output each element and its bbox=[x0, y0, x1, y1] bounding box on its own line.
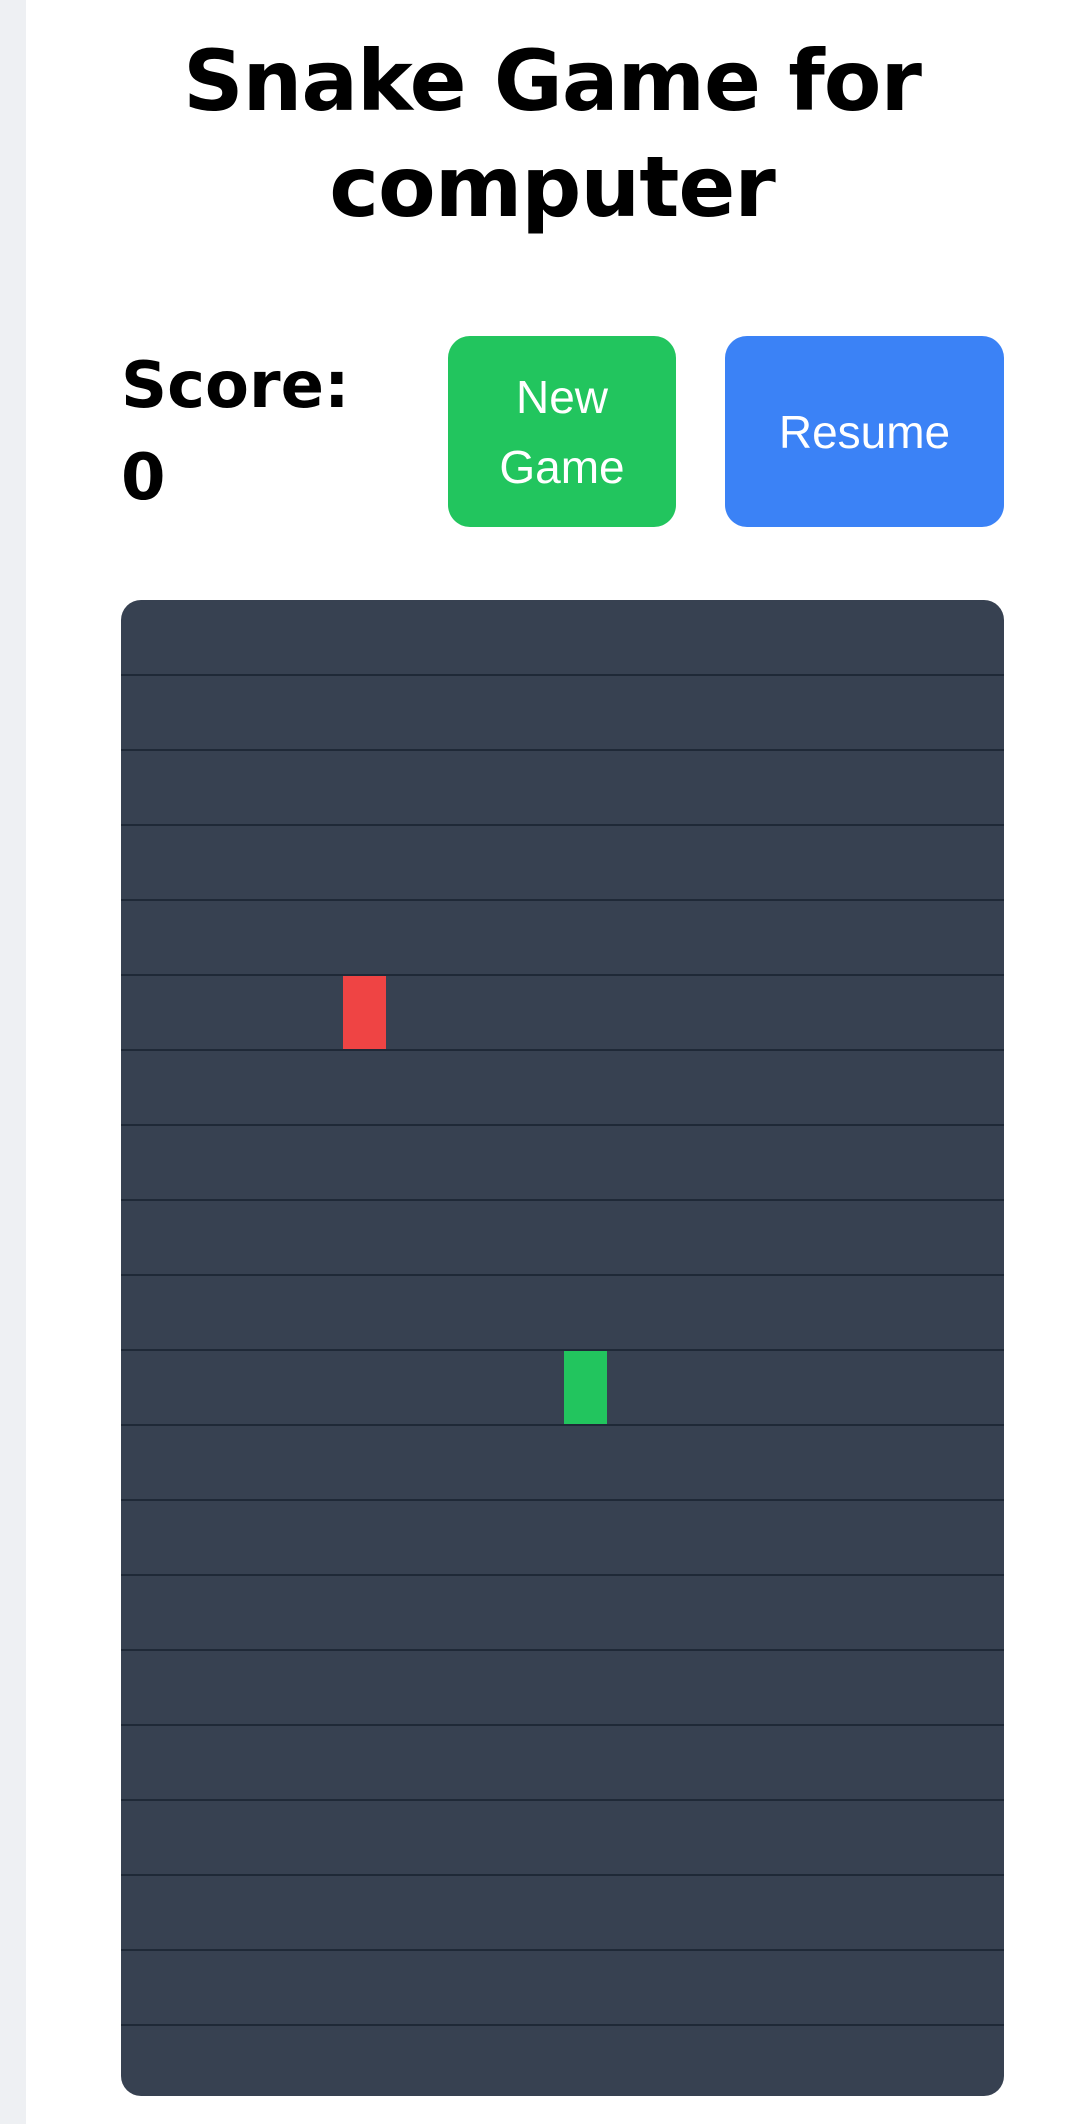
grid-line bbox=[121, 2024, 1004, 2026]
score-value: 0 bbox=[121, 441, 166, 515]
game-board[interactable] bbox=[121, 600, 1004, 2096]
game-page: Snake Game for computer Score: 0 New Gam… bbox=[26, 0, 1078, 2124]
grid-line bbox=[121, 1424, 1004, 1426]
snake-segment bbox=[564, 1351, 607, 1424]
grid-line bbox=[121, 1949, 1004, 1951]
score-display: Score: 0 bbox=[121, 340, 381, 524]
score-label: Score: bbox=[121, 349, 350, 423]
grid-line bbox=[121, 824, 1004, 826]
grid-line bbox=[121, 1349, 1004, 1351]
food-cell bbox=[343, 976, 386, 1049]
grid-line bbox=[121, 1274, 1004, 1276]
new-game-label: New Game bbox=[499, 370, 625, 493]
grid-line bbox=[121, 749, 1004, 751]
page-title: Snake Game for computer bbox=[183, 32, 922, 236]
grid-line bbox=[121, 1724, 1004, 1726]
grid-line bbox=[121, 899, 1004, 901]
grid-line bbox=[121, 1124, 1004, 1126]
new-game-button[interactable]: New Game bbox=[448, 336, 676, 527]
grid-line bbox=[121, 1799, 1004, 1801]
grid-line bbox=[121, 1199, 1004, 1201]
grid-line bbox=[121, 674, 1004, 676]
grid-line bbox=[121, 974, 1004, 976]
resume-label: Resume bbox=[778, 405, 951, 458]
grid-line bbox=[121, 1499, 1004, 1501]
grid-line bbox=[121, 1874, 1004, 1876]
grid-line bbox=[121, 1574, 1004, 1576]
resume-button[interactable]: Resume bbox=[725, 336, 1004, 527]
grid-line bbox=[121, 1649, 1004, 1651]
grid-line bbox=[121, 1049, 1004, 1051]
